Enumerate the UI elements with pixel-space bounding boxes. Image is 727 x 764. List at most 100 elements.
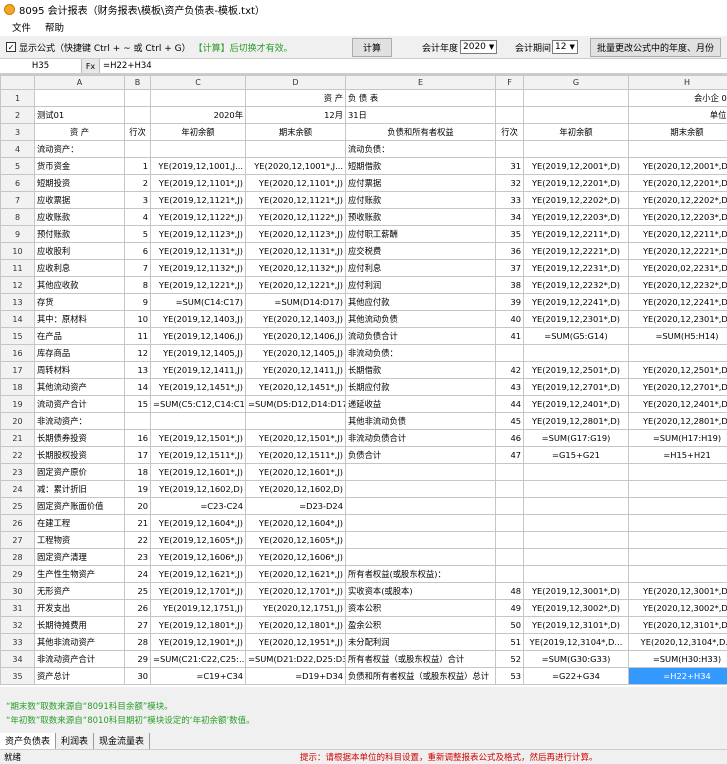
- grid-cell[interactable]: 所有者权益(或股东权益)：: [345, 565, 496, 583]
- column-header[interactable]: D: [245, 75, 346, 90]
- grid-cell[interactable]: YE(2020,12,1621*,J): [245, 565, 346, 583]
- grid-cell[interactable]: [628, 497, 727, 515]
- grid-cell[interactable]: 6: [124, 242, 151, 260]
- grid-cell[interactable]: 50: [495, 616, 524, 634]
- grid-cell[interactable]: [495, 565, 524, 583]
- column-header[interactable]: H: [628, 75, 727, 90]
- grid-cell[interactable]: YE(2020,12,1606*,J): [245, 548, 346, 566]
- grid-cell[interactable]: [495, 531, 524, 549]
- grid-cell[interactable]: YE(2019,12,1621*,J): [150, 565, 246, 583]
- grid-cell[interactable]: 23: [124, 548, 151, 566]
- grid-cell[interactable]: YE(2020,12,1122*,J): [245, 208, 346, 226]
- grid-cell[interactable]: 其他流动资产: [34, 378, 125, 396]
- grid-cell[interactable]: =SUM(D5:D12,D14:D17): [245, 395, 346, 413]
- grid-cell[interactable]: [345, 514, 496, 532]
- column-header[interactable]: C: [150, 75, 246, 90]
- grid-cell[interactable]: YE(2019,12,2201*,D): [523, 174, 629, 192]
- grid-cell[interactable]: [628, 565, 727, 583]
- grid-cell[interactable]: YE(2019,12,1751,J): [150, 599, 246, 617]
- grid-cell[interactable]: 24: [124, 565, 151, 583]
- grid-cell[interactable]: 应付账款: [345, 191, 496, 209]
- grid-cell[interactable]: 其他非流动资产: [34, 633, 125, 651]
- grid-cell[interactable]: 38: [495, 276, 524, 294]
- cell-reference[interactable]: H35: [0, 59, 82, 73]
- grid-cell[interactable]: YE(2020,12,1411,J): [245, 361, 346, 379]
- grid-cell[interactable]: 7: [124, 259, 151, 277]
- grid-cell[interactable]: 51: [495, 633, 524, 651]
- grid-cell[interactable]: YE(2020,12,2202*,D): [628, 191, 727, 209]
- grid-cell[interactable]: 无形资产: [34, 582, 125, 600]
- grid-cell[interactable]: 负债合计: [345, 446, 496, 464]
- grid-cell[interactable]: YE(2020,12,2211*,D): [628, 225, 727, 243]
- grid-cell[interactable]: 减：累计折旧: [34, 480, 125, 498]
- grid-cell[interactable]: 36: [495, 242, 524, 260]
- grid-cell[interactable]: 41: [495, 327, 524, 345]
- grid-cell[interactable]: [345, 497, 496, 515]
- grid-cell[interactable]: YE(2019,12,1604*,J): [150, 514, 246, 532]
- grid-cell[interactable]: YE(2020,12,1131*,J): [245, 242, 346, 260]
- grid-cell[interactable]: =SUM(D21:D22,D25:D33): [245, 650, 346, 668]
- grid-cell[interactable]: [495, 140, 524, 158]
- grid-cell[interactable]: [345, 480, 496, 498]
- grid-cell[interactable]: 34: [495, 208, 524, 226]
- grid-cell[interactable]: YE(2019,12,1121*,J): [150, 191, 246, 209]
- grid-cell[interactable]: [523, 548, 629, 566]
- grid-cell[interactable]: 28: [124, 633, 151, 651]
- grid-cell[interactable]: 流动负债合计: [345, 327, 496, 345]
- column-header[interactable]: A: [34, 75, 125, 90]
- grid-cell[interactable]: [628, 514, 727, 532]
- grid-cell[interactable]: [628, 344, 727, 362]
- grid-cell[interactable]: 其他应收款: [34, 276, 125, 294]
- grid-cell[interactable]: YE(2019,12,1405,J): [150, 344, 246, 362]
- grid-cell[interactable]: YE(2019,12,1101*,J): [150, 174, 246, 192]
- grid-cell[interactable]: YE(2020,12,1001*,J...: [245, 157, 346, 175]
- grid-cell[interactable]: 其他流动负债: [345, 310, 496, 328]
- grid-cell[interactable]: YE(2019,12,1701*,J): [150, 582, 246, 600]
- grid-cell[interactable]: 其中：原材料: [34, 310, 125, 328]
- grid-cell[interactable]: [495, 344, 524, 362]
- grid-cell[interactable]: 流动负债：: [345, 140, 496, 158]
- grid-cell[interactable]: [245, 412, 346, 430]
- grid-cell[interactable]: YE(2020,12,2401*,D): [628, 395, 727, 413]
- grid-cell[interactable]: YE(2020,12,1751,J): [245, 599, 346, 617]
- grid-cell[interactable]: =H22+H34: [628, 667, 727, 685]
- grid-cell[interactable]: [495, 548, 524, 566]
- grid-cell[interactable]: 25: [124, 582, 151, 600]
- grid-cell[interactable]: 生产性生物资产: [34, 565, 125, 583]
- grid-cell[interactable]: 流动资产合计: [34, 395, 125, 413]
- grid-cell[interactable]: =SUM(G17:G19): [523, 429, 629, 447]
- show-formula-toggle[interactable]: ✓ 显示公式（快捷键 Ctrl + ~ 或 Ctrl + G） 【计算】后切换才有…: [6, 41, 293, 54]
- grid-cell[interactable]: YE(2019,12,1403,J): [150, 310, 246, 328]
- grid-cell[interactable]: [345, 548, 496, 566]
- grid-cell[interactable]: =SUM(C5:C12,C14:C18): [150, 395, 246, 413]
- grid-cell[interactable]: YE(2020,12,1601*,J): [245, 463, 346, 481]
- grid-cell[interactable]: [124, 412, 151, 430]
- grid-cell[interactable]: 其他应付款: [345, 293, 496, 311]
- grid-cell[interactable]: 盈余公积: [345, 616, 496, 634]
- grid-cell[interactable]: YE(2019,12,2221*,D): [523, 242, 629, 260]
- grid-cell[interactable]: 资 产: [245, 89, 346, 107]
- grid-cell[interactable]: 14: [124, 378, 151, 396]
- grid-cell[interactable]: YE(2019,12,1605*,J): [150, 531, 246, 549]
- grid-cell[interactable]: 5: [124, 225, 151, 243]
- grid-cell[interactable]: 18: [124, 463, 151, 481]
- grid-cell[interactable]: 行次: [495, 123, 524, 141]
- grid-cell[interactable]: 21: [124, 514, 151, 532]
- grid-cell[interactable]: 应收票据: [34, 191, 125, 209]
- grid-cell[interactable]: 短期投资: [34, 174, 125, 192]
- grid-cell[interactable]: YE(2020,12,1801*,J): [245, 616, 346, 634]
- grid-cell[interactable]: 非流动负债合计: [345, 429, 496, 447]
- grid-cell[interactable]: 应收利息: [34, 259, 125, 277]
- grid-cell[interactable]: YE(2020,02,2231*,D): [628, 259, 727, 277]
- grid-cell[interactable]: YE(2019,12,2211*,D): [523, 225, 629, 243]
- grid-cell[interactable]: 固定资产账面价值: [34, 497, 125, 515]
- column-header[interactable]: B: [124, 75, 151, 90]
- grid-cell[interactable]: YE(2020,12,1602,D): [245, 480, 346, 498]
- grid-cell[interactable]: 资本公积: [345, 599, 496, 617]
- grid-cell[interactable]: YE(2020,12,2301*,D): [628, 310, 727, 328]
- grid-cell[interactable]: 20: [124, 497, 151, 515]
- grid-cell[interactable]: 19: [124, 480, 151, 498]
- grid-cell[interactable]: 期末余额: [628, 123, 727, 141]
- grid-cell[interactable]: [628, 548, 727, 566]
- grid-cell[interactable]: 递延收益: [345, 395, 496, 413]
